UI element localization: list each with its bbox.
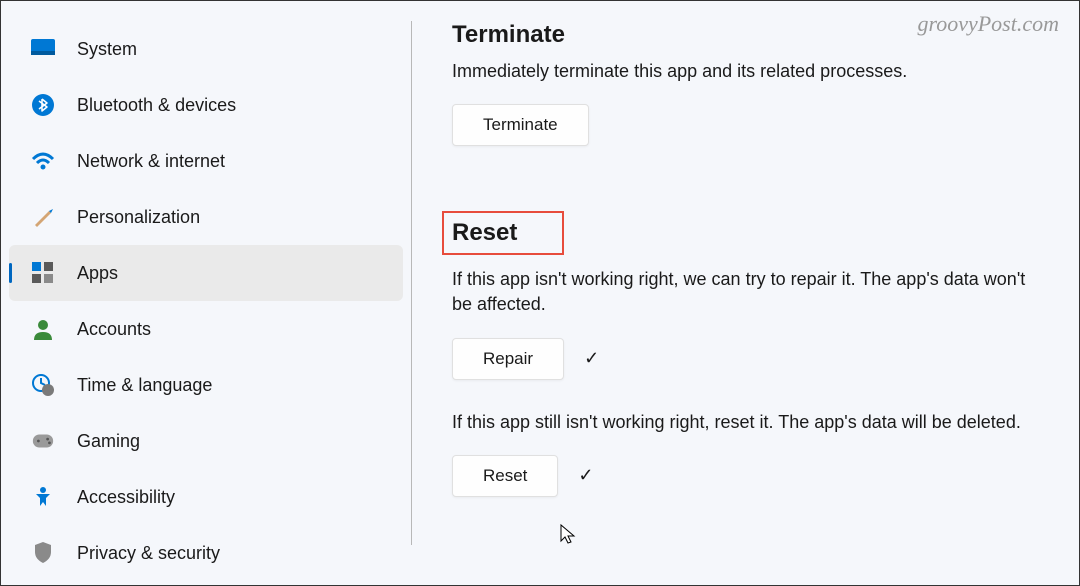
paintbrush-icon xyxy=(31,205,55,229)
clock-globe-icon xyxy=(31,373,55,397)
sidebar-item-label: Time & language xyxy=(77,375,212,396)
sidebar-item-label: Apps xyxy=(77,263,118,284)
content-pane: groovyPost.com Terminate Immediately ter… xyxy=(412,1,1079,585)
reset-button[interactable]: Reset xyxy=(452,455,558,497)
sidebar-item-label: Bluetooth & devices xyxy=(77,95,236,116)
repair-description: If this app isn't working right, we can … xyxy=(452,267,1049,317)
shield-icon xyxy=(31,541,55,565)
sidebar-item-label: Gaming xyxy=(77,431,140,452)
apps-icon xyxy=(31,261,55,285)
sidebar-item-accessibility[interactable]: Accessibility xyxy=(1,469,411,525)
sidebar-item-network[interactable]: Network & internet xyxy=(1,133,411,189)
sidebar-item-bluetooth[interactable]: Bluetooth & devices xyxy=(1,77,411,133)
sidebar-item-accounts[interactable]: Accounts xyxy=(1,301,411,357)
system-icon xyxy=(31,37,55,61)
sidebar-item-apps[interactable]: Apps xyxy=(9,245,403,301)
accessibility-icon xyxy=(31,485,55,509)
person-icon xyxy=(31,317,55,341)
sidebar-item-system[interactable]: System xyxy=(1,21,411,77)
sidebar-item-gaming[interactable]: Gaming xyxy=(1,413,411,469)
sidebar-item-label: Accessibility xyxy=(77,487,175,508)
reset-heading-highlight: Reset xyxy=(442,211,564,255)
sidebar-item-label: System xyxy=(77,39,137,60)
sidebar-item-privacy[interactable]: Privacy & security xyxy=(1,525,411,581)
repair-button[interactable]: Repair xyxy=(452,338,564,380)
sidebar-item-personalization[interactable]: Personalization xyxy=(1,189,411,245)
checkmark-icon: ✓ xyxy=(584,348,599,369)
sidebar-item-label: Privacy & security xyxy=(77,543,220,564)
terminate-button[interactable]: Terminate xyxy=(452,104,589,146)
checkmark-icon: ✓ xyxy=(578,465,593,486)
sidebar-item-label: Personalization xyxy=(77,207,200,228)
reset-description: If this app still isn't working right, r… xyxy=(452,410,1049,435)
bluetooth-icon xyxy=(31,93,55,117)
reset-heading: Reset xyxy=(452,219,517,247)
sidebar-item-label: Network & internet xyxy=(77,151,225,172)
sidebar-item-time-language[interactable]: Time & language xyxy=(1,357,411,413)
terminate-description: Immediately terminate this app and its r… xyxy=(452,59,1049,84)
sidebar-item-label: Accounts xyxy=(77,319,151,340)
wifi-icon xyxy=(31,149,55,173)
watermark: groovyPost.com xyxy=(917,11,1059,37)
gamepad-icon xyxy=(31,429,55,453)
settings-sidebar: System Bluetooth & devices Network & int… xyxy=(1,1,411,585)
